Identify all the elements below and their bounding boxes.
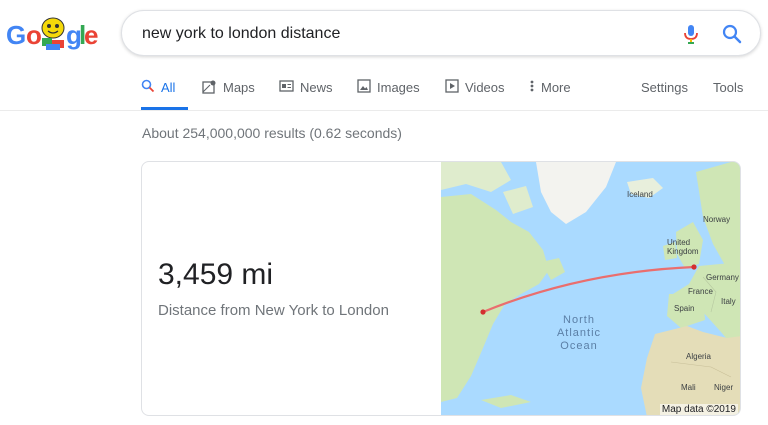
map-label-iceland: Iceland [627,190,653,199]
tab-maps[interactable]: Maps [202,80,255,110]
tab-label: More [541,80,571,95]
tab-label: All [161,80,176,95]
search-tabs: All Maps News Images Videos More Setting… [0,62,768,111]
map-label-algeria: Algeria [686,352,711,361]
map-label-uk: United Kingdom [667,238,699,256]
maps-icon [202,80,216,94]
ocean-label-line: Atlantic [556,327,602,339]
tab-all[interactable]: All [141,79,188,110]
logo-letter: e [84,20,99,50]
distance-description: Distance from New York to London [158,302,389,319]
map-label-france: France [688,287,713,296]
map-label-ocean: North Atlantic Ocean [552,314,606,353]
new-york-marker [480,309,486,315]
search-icon [141,79,155,93]
map-label-spain: Spain [674,304,695,313]
distance-answer-card: 3,459 mi Distance from New York to Londo… [141,161,741,416]
tab-label: Images [377,80,420,95]
search-input[interactable] [142,23,642,45]
map-label-italy: Italy [721,297,736,306]
ocean-label-line: Ocean [560,340,598,352]
microphone-icon[interactable] [679,22,703,46]
route-map[interactable]: Iceland Norway United Kingdom Germany Fr… [441,162,740,415]
images-icon [357,79,371,93]
search-box [121,10,761,56]
result-stats: About 254,000,000 results (0.62 seconds) [142,125,402,141]
map-label-mali: Mali [681,383,696,392]
logo-letter: G [6,20,26,50]
tab-label: Videos [465,80,505,95]
map-label-niger: Niger [714,383,734,392]
search-icon[interactable] [720,22,744,46]
news-icon [279,80,294,92]
more-vert-icon [530,80,534,92]
london-marker [691,264,697,270]
map-label-norway: Norway [703,215,731,224]
settings-link[interactable]: Settings [641,80,688,95]
doodle-character-icon [41,17,65,50]
ocean-label-line: North [563,314,595,326]
tab-label: Maps [223,80,255,95]
map-label-germany: Germany [706,273,739,282]
tools-link[interactable]: Tools [713,80,743,95]
google-doodle-logo[interactable]: G o g l e [6,14,99,54]
videos-icon [445,79,459,93]
distance-value: 3,459 mi [158,258,274,291]
tab-more[interactable]: More [529,80,571,110]
tab-news[interactable]: News [279,80,333,110]
tab-images[interactable]: Images [357,79,420,110]
map-attribution: Map data ©2019 [659,404,738,415]
tab-label: News [300,80,333,95]
tab-videos[interactable]: Videos [445,79,505,110]
